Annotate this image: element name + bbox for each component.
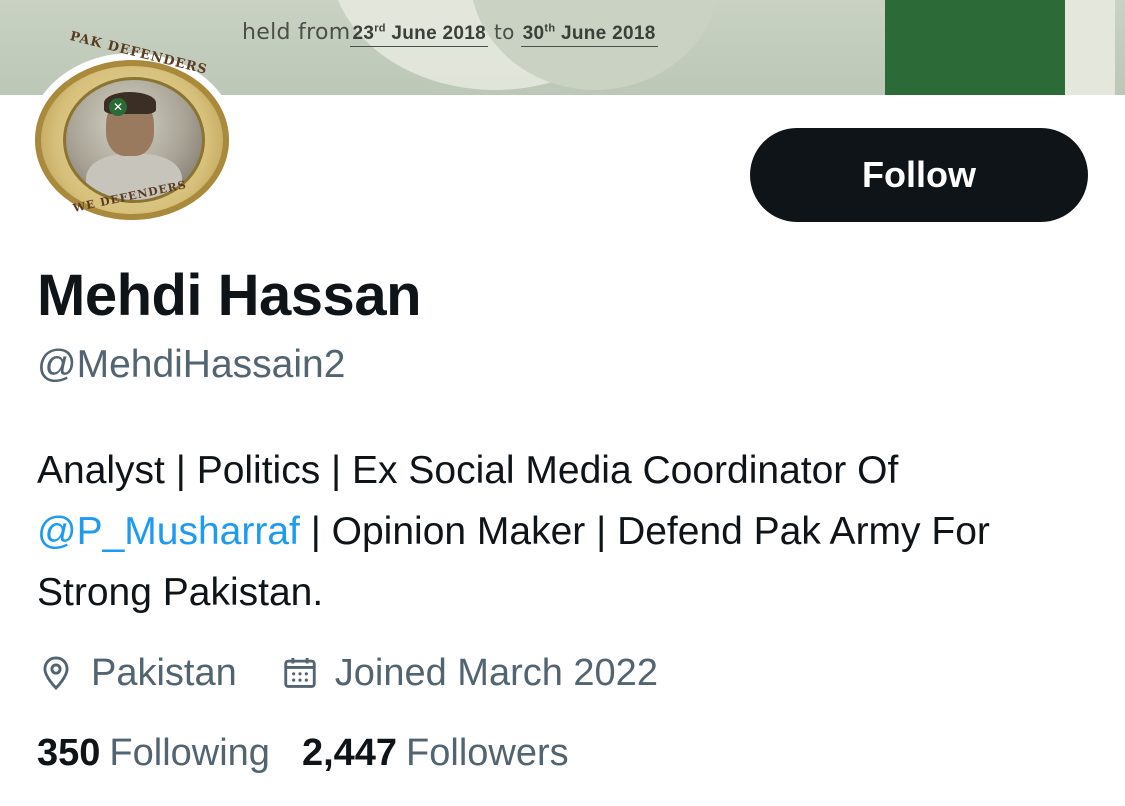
follow-stats: 350 Following 2,447 Followers (37, 732, 601, 775)
calendar-icon (284, 657, 316, 688)
bio: Analyst | Politics | Ex Social Media Coo… (37, 440, 1097, 623)
followers-link[interactable]: 2,447 Followers (302, 732, 569, 775)
joined-date: Joined March 2022 (281, 652, 658, 695)
location-text: Pakistan (91, 651, 237, 694)
following-label: Following (109, 732, 270, 774)
profile-meta: Pakistan Joined March 2022 (37, 648, 702, 698)
user-handle: @MehdiHassain2 (37, 343, 346, 386)
joined-text: Joined March 2022 (334, 651, 658, 694)
display-name: Mehdi Hassan (37, 263, 422, 328)
banner-end-date: 30th June 2018 (520, 23, 658, 47)
following-link[interactable]: 350 Following (37, 732, 270, 775)
banner-flag-green (885, 0, 1065, 95)
banner-to: to (493, 20, 515, 44)
location-pin-icon (43, 656, 69, 691)
location: Pakistan (37, 652, 237, 695)
following-count: 350 (37, 732, 101, 774)
banner-start-date: 23rd June 2018 (350, 23, 488, 47)
followers-count: 2,447 (301, 732, 398, 774)
bio-text-1: Analyst | Politics | Ex Social Media Coo… (37, 449, 899, 492)
follow-button[interactable]: Follow (750, 128, 1088, 222)
emblem-icon: ✕ (109, 98, 127, 116)
banner-flag-white (1065, 0, 1115, 95)
bio-mention-link[interactable]: @P_Musharraf (37, 510, 300, 553)
followers-label: Followers (406, 732, 569, 774)
banner-prefix: held from (242, 20, 351, 45)
banner-caption: held from 23rd June 2018 to 30th June 2018 (242, 20, 658, 47)
